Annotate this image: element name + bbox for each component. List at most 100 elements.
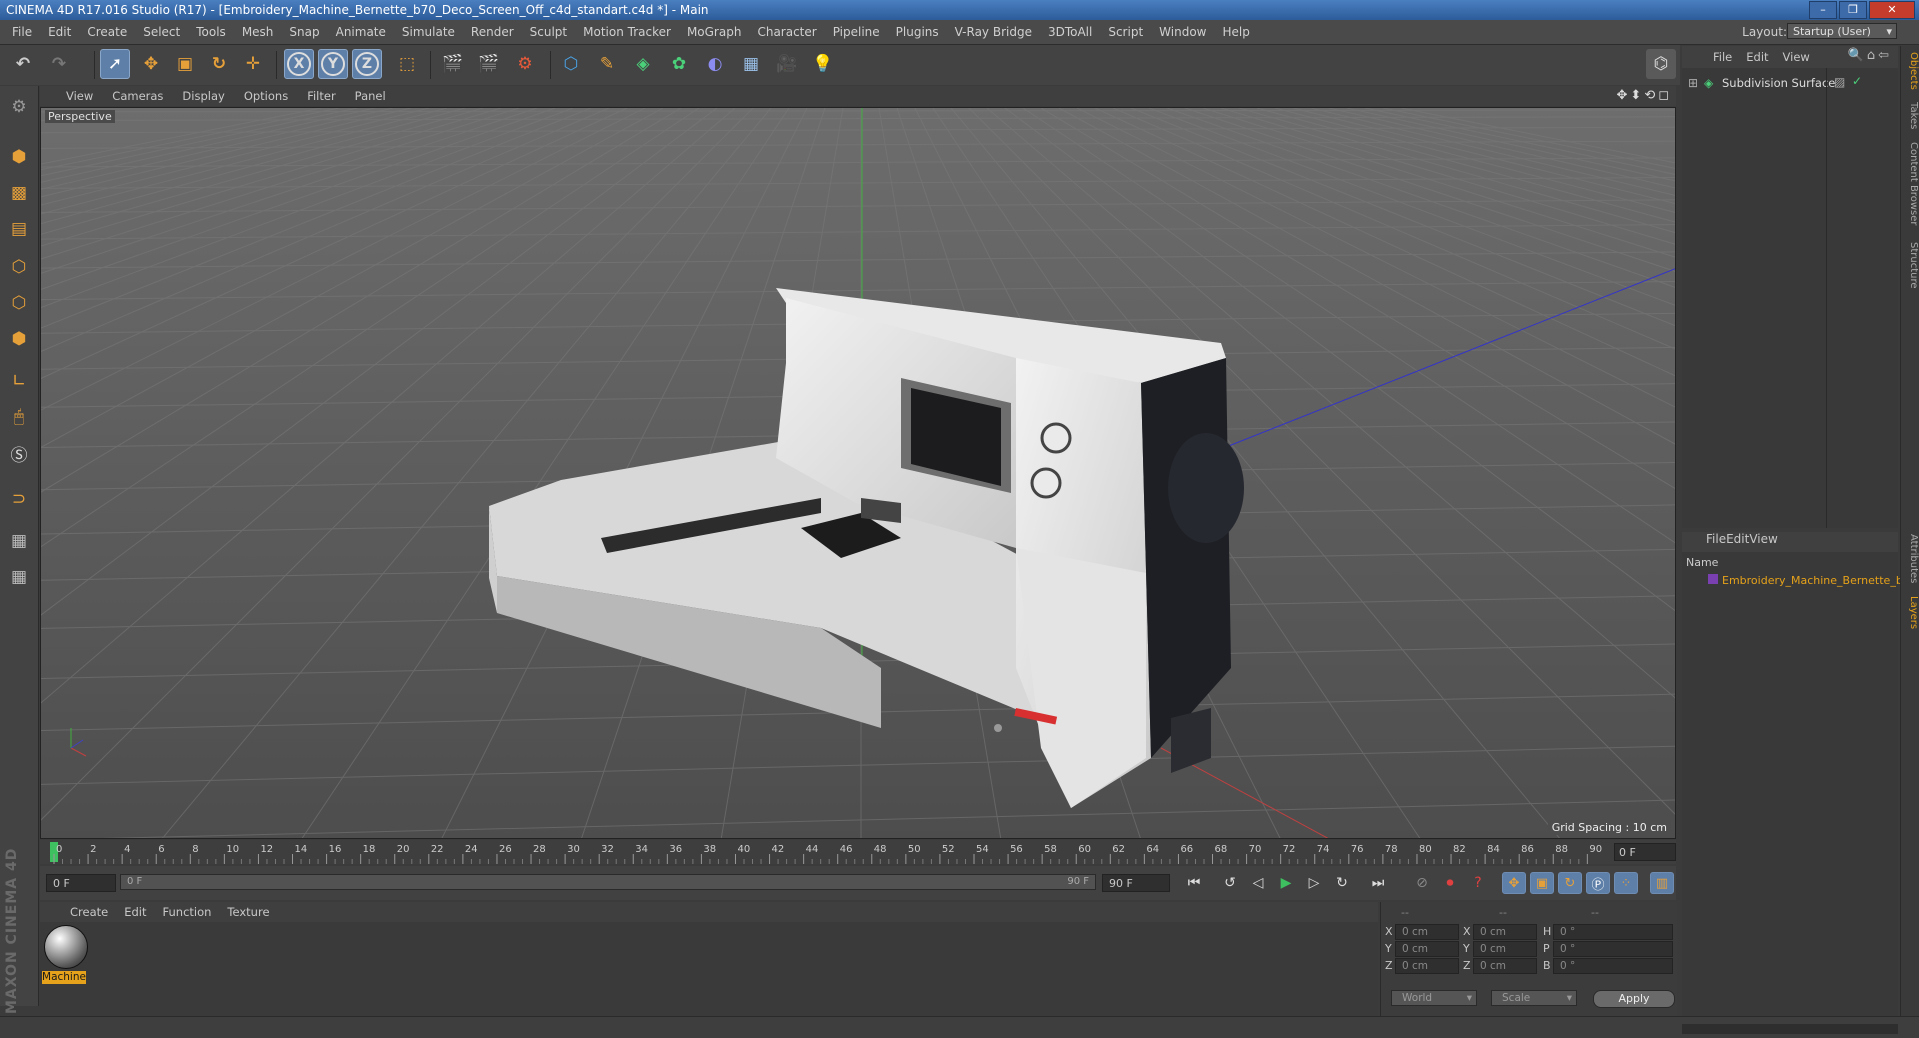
coord-field-h[interactable]: 0 ° — [1553, 924, 1673, 940]
floor-icon[interactable]: ▦ — [736, 49, 766, 79]
texture-mode-icon[interactable]: ▩ — [4, 178, 34, 208]
menu-snap[interactable]: Snap — [281, 20, 327, 44]
deformer-icon[interactable]: ◐ — [700, 49, 730, 79]
menu-mograph[interactable]: MoGraph — [679, 20, 750, 44]
array-icon[interactable]: ✿ — [664, 49, 694, 79]
y-axis-lock[interactable]: Y — [318, 49, 348, 79]
spline-pen-icon[interactable]: ✎ — [592, 49, 622, 79]
coordinate-mode-select[interactable]: World ▾ — [1391, 990, 1477, 1006]
go-to-previous-key-icon[interactable]: ↺ — [1218, 872, 1242, 894]
material-menu-create[interactable]: Create — [62, 902, 116, 922]
points-mode-icon[interactable]: ⬡ — [4, 252, 34, 282]
menu-file[interactable]: File — [4, 20, 40, 44]
menu-v-ray-bridge[interactable]: V-Ray Bridge — [947, 20, 1040, 44]
viewport-camera-label[interactable]: Perspective — [45, 110, 115, 123]
menu-animate[interactable]: Animate — [328, 20, 394, 44]
render-picture-viewer-icon[interactable]: 🎬 — [474, 49, 504, 79]
object-menu-file[interactable]: File — [1706, 46, 1739, 68]
object-manager-search-icon[interactable]: 🔍⌂⇦ — [1848, 48, 1892, 63]
size-mode-select[interactable]: Scale ▾ — [1491, 990, 1577, 1006]
coord-field-z[interactable]: 0 cm — [1473, 958, 1537, 974]
subdivision-surface-icon[interactable]: ◈ — [628, 49, 658, 79]
apply-button[interactable]: Apply — [1593, 990, 1675, 1008]
autokey-icon[interactable]: ⏺ — [1438, 872, 1462, 894]
viewport-menu-panel[interactable]: Panel — [347, 86, 397, 106]
material-thumbnail[interactable]: Machine — [42, 925, 88, 985]
x-axis-lock[interactable]: X — [284, 49, 314, 79]
object-menu-view[interactable]: View — [1776, 46, 1817, 68]
layer-item[interactable]: Embroidery_Machine_Bernette_b7 — [1722, 574, 1910, 587]
viewport-menu-display[interactable]: Display — [174, 86, 235, 106]
coord-field-p[interactable]: 0 ° — [1553, 941, 1673, 957]
menu-pipeline[interactable]: Pipeline — [825, 20, 888, 44]
object-manager-list[interactable]: ⊞ ◈ Subdivision Surface ▨ ✓ — [1682, 68, 1898, 528]
viewport-menu-filter[interactable]: Filter — [299, 86, 346, 106]
layer-menu-edit[interactable]: Edit — [1726, 532, 1749, 546]
python-icon[interactable]: ⌬ — [1646, 49, 1676, 79]
menu-motion-tracker[interactable]: Motion Tracker — [575, 20, 679, 44]
redo-icon[interactable]: ↷ — [44, 49, 74, 79]
material-menu-function[interactable]: Function — [155, 902, 220, 922]
material-manager-area[interactable]: Machine — [40, 922, 1378, 1016]
menu-simulate[interactable]: Simulate — [394, 20, 463, 44]
menu-create[interactable]: Create — [79, 20, 135, 44]
scale-icon[interactable]: ▣ — [170, 49, 200, 79]
snap-icon[interactable]: Ⓢ — [4, 438, 34, 468]
planar-workplane-icon[interactable]: ▦ — [4, 562, 34, 592]
layer-menu-view[interactable]: View — [1749, 532, 1777, 546]
make-editable-icon[interactable]: ⚙ — [4, 92, 34, 122]
menu-help[interactable]: Help — [1214, 20, 1257, 44]
live-selection-icon[interactable]: ➚ — [100, 49, 130, 79]
material-menu-edit[interactable]: Edit — [116, 902, 154, 922]
key-position-icon[interactable]: ✥ — [1502, 872, 1526, 894]
go-to-end-icon[interactable]: ⏭ — [1366, 872, 1390, 894]
play-icon[interactable]: ▶ — [1274, 872, 1298, 894]
magnet-icon[interactable]: ⊃ — [4, 484, 34, 514]
key-pla-icon[interactable]: ⁘ — [1614, 872, 1638, 894]
menu-tools[interactable]: Tools — [188, 20, 234, 44]
axis-mode-icon[interactable]: ∟ — [4, 366, 34, 396]
next-frame-icon[interactable]: ▷ — [1302, 872, 1326, 894]
maximize-button[interactable]: ❐ — [1839, 1, 1867, 19]
cube-primitive-icon[interactable]: ⬡ — [556, 49, 586, 79]
object-menu-edit[interactable]: Edit — [1739, 46, 1775, 68]
viewport-menu-cameras[interactable]: Cameras — [104, 86, 174, 106]
expand-icon[interactable]: ⊞ — [1688, 74, 1698, 92]
key-rotation-icon[interactable]: ↻ — [1558, 872, 1582, 894]
coord-field-x[interactable]: 0 cm — [1473, 924, 1537, 940]
menu-render[interactable]: Render — [463, 20, 522, 44]
minimize-button[interactable]: – — [1809, 1, 1837, 19]
horizontal-scrollbar[interactable] — [1682, 1024, 1898, 1034]
move-icon[interactable]: ✥ — [136, 49, 166, 79]
lock-workplane-icon[interactable]: ▦ — [4, 526, 34, 556]
viewport-menu-options[interactable]: Options — [236, 86, 299, 106]
material-menu-texture[interactable]: Texture — [219, 902, 277, 922]
tab-attributes[interactable]: Attributes — [1902, 534, 1919, 583]
key-parameter-icon[interactable]: Ⓟ — [1586, 872, 1610, 894]
end-frame-field[interactable]: 90 F — [1102, 874, 1170, 892]
layer-menu-file[interactable]: File — [1706, 532, 1726, 546]
model-mode-icon[interactable]: ⬢ — [4, 142, 34, 172]
current-frame-field[interactable]: 0 F — [1614, 843, 1676, 861]
menu-plugins[interactable]: Plugins — [888, 20, 947, 44]
viewport-navigation-icons[interactable]: ✥⬍⟲◻ — [1617, 88, 1672, 103]
keyframe-selection-icon[interactable]: ? — [1466, 872, 1490, 894]
coordinate-system-icon[interactable]: ⬚ — [392, 49, 422, 79]
object-row[interactable]: ⊞ ◈ Subdivision Surface ▨ ✓ — [1682, 74, 1898, 92]
undo-icon[interactable]: ↶ — [8, 49, 38, 79]
workplane-icon[interactable]: ▤ — [4, 214, 34, 244]
last-tool-icon[interactable]: ✛ — [238, 49, 268, 79]
menu-character[interactable]: Character — [749, 20, 824, 44]
coord-field-y[interactable]: 0 cm — [1473, 941, 1537, 957]
light-icon[interactable]: 💡 — [808, 49, 838, 79]
tab-layers[interactable]: Layers — [1902, 596, 1919, 629]
render-view-icon[interactable]: 🎬 — [438, 49, 468, 79]
menu-3dtoall[interactable]: 3DToAll — [1040, 20, 1100, 44]
camera-icon[interactable]: 🎥 — [772, 49, 802, 79]
tab-objects[interactable]: Objects — [1902, 52, 1919, 90]
layout-select[interactable]: Startup (User) ▾ — [1787, 23, 1897, 39]
polygons-mode-icon[interactable]: ⬢ — [4, 324, 34, 354]
menu-edit[interactable]: Edit — [40, 20, 79, 44]
key-scale-icon[interactable]: ▣ — [1530, 872, 1554, 894]
preview-range-slider[interactable]: 0 F 90 F — [120, 874, 1096, 890]
